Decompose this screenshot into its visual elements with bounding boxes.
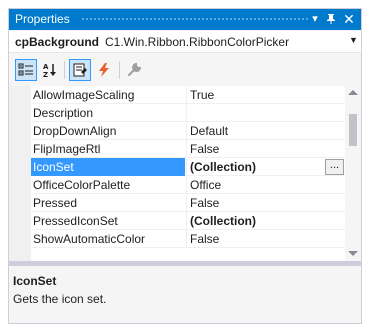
grid-gutter [9,86,31,261]
property-name[interactable]: AllowImageScaling [31,86,185,104]
drag-grip[interactable] [81,17,309,22]
property-row[interactable]: AllowImageScaling True [31,86,345,104]
window-title: Properties [15,12,70,26]
properties-window: Properties ▾ ✕ cpBackground C1.Win.Ribbo… [8,8,362,324]
close-icon[interactable]: ✕ [341,11,357,27]
window-position-dropdown-icon[interactable]: ▾ [307,11,323,27]
property-name[interactable]: DropDownAlign [31,122,185,140]
property-value[interactable]: Office [186,176,345,194]
alphabetical-button[interactable]: A Z [39,59,61,81]
svg-text:Z: Z [43,71,48,78]
events-button[interactable] [93,59,115,81]
property-row[interactable]: Pressed False [31,194,345,212]
events-icon [99,63,109,77]
property-name[interactable]: PressedIconSet [31,212,185,230]
alphabetical-icon: A Z [43,63,56,78]
pin-icon[interactable] [323,11,339,27]
property-name[interactable]: OfficeColorPalette [31,176,185,194]
object-selector[interactable]: cpBackground C1.Win.Ribbon.RibbonColorPi… [9,31,361,53]
property-name[interactable]: FlipImageRtl [31,140,185,158]
ellipsis-button[interactable]: ... [325,159,344,175]
property-value[interactable]: Default [186,122,345,140]
property-value[interactable]: False [186,140,345,158]
scroll-up-icon[interactable] [348,90,358,95]
property-value[interactable]: False [186,194,345,212]
property-name[interactable]: IconSet [31,158,185,176]
scroll-down-icon[interactable] [348,251,358,256]
categorized-button[interactable] [15,59,37,81]
properties-button[interactable] [69,59,91,81]
property-pages-button[interactable] [123,59,145,81]
title-bar[interactable]: Properties ▾ ✕ [9,9,361,30]
property-row[interactable]: OfficeColorPalette Office [31,176,345,194]
property-value[interactable]: (Collection) [186,158,345,176]
toolbar-separator [64,61,65,79]
description-pane: IconSet Gets the icon set. [9,266,361,323]
property-name[interactable]: Pressed [31,194,185,212]
wrench-icon [128,62,142,76]
property-value[interactable] [186,104,345,122]
description-text: Gets the icon set. [13,292,107,306]
property-name[interactable]: Description [31,104,185,122]
property-value[interactable]: False [186,230,345,248]
properties-icon [73,63,87,77]
property-row[interactable]: FlipImageRtl False [31,140,345,158]
toolbar-separator [119,61,120,79]
scroll-thumb[interactable] [349,114,357,146]
object-type: C1.Win.Ribbon.RibbonColorPicker [105,35,290,49]
property-value[interactable]: (Collection) [186,212,345,230]
property-row[interactable]: ShowAutomaticColor False [31,230,345,248]
categorized-icon [18,63,33,76]
object-name: cpBackground [15,35,100,49]
property-row[interactable]: PressedIconSet (Collection) [31,212,345,230]
vertical-scrollbar[interactable] [345,86,361,261]
property-row[interactable]: Description [31,104,345,122]
property-row-selected[interactable]: IconSet (Collection) ... [31,158,345,176]
property-value[interactable]: True [186,86,345,104]
svg-text:A: A [43,63,49,71]
property-name[interactable]: ShowAutomaticColor [31,230,185,248]
description-title: IconSet [13,274,57,288]
property-grid: AllowImageScaling True Description DropD… [9,86,361,261]
properties-toolbar: A Z [9,54,361,86]
object-dropdown-icon[interactable]: ▼ [349,35,358,45]
property-row[interactable]: DropDownAlign Default [31,122,345,140]
